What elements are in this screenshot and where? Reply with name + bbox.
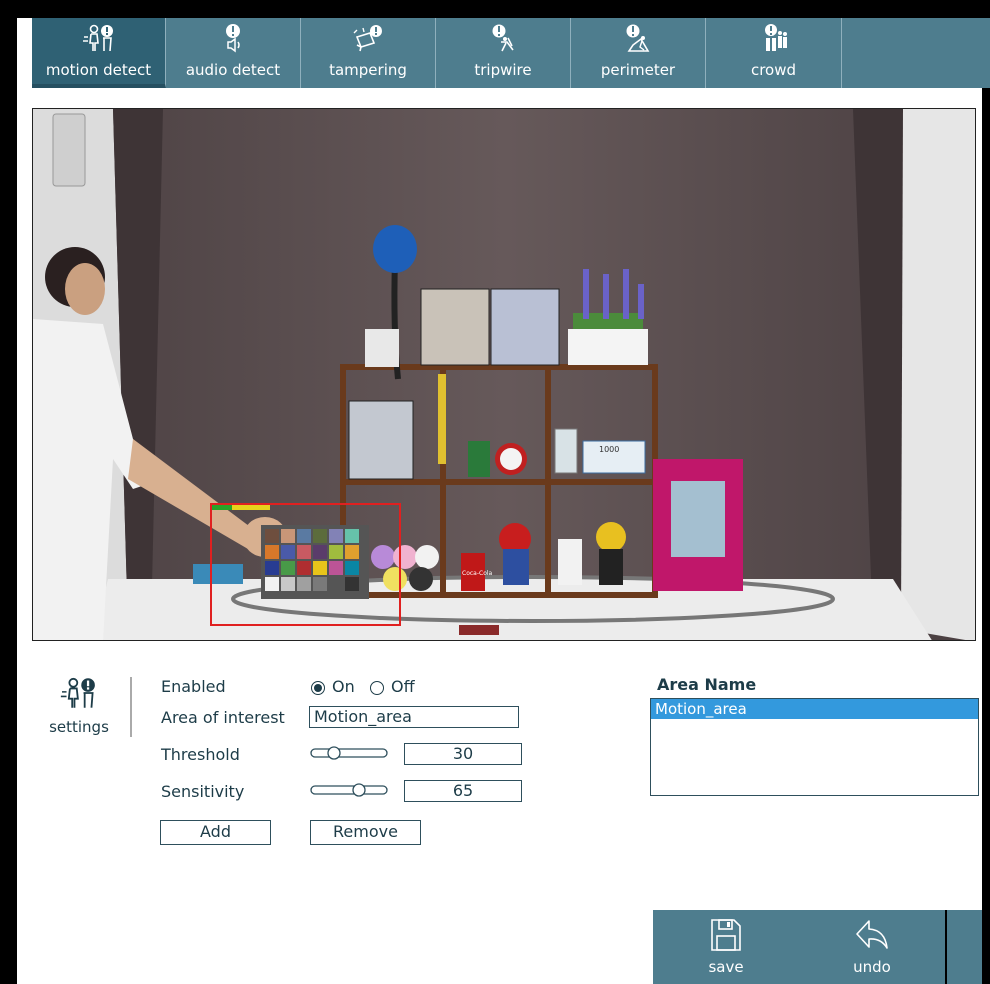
enabled-on-label[interactable]: On [332,677,355,696]
add-area-button[interactable]: Add [160,820,271,845]
area-name-heading: Area Name [657,675,757,694]
tab-tampering[interactable]: tampering [301,18,436,88]
perimeter-icon [626,24,650,52]
tab-perimeter[interactable]: perimeter [571,18,706,88]
motion-settings-icon [60,677,95,708]
motion-detect-icon [82,24,113,52]
tab-label: motion detect [45,61,152,79]
price-tag-label: 1000 [599,445,619,454]
window-frame-right [982,0,990,984]
motion-level-indicator-yellow [232,505,270,510]
camera-scene: 1000 Coca-Cola [33,109,975,640]
divider [130,677,132,737]
camera-live-view[interactable]: 1000 Coca-Cola [32,108,976,641]
tab-tripwire[interactable]: tripwire [436,18,571,88]
area-of-interest-input[interactable]: Motion_area [309,706,519,728]
enabled-on-radio[interactable] [311,681,325,695]
tab-label: audio detect [185,61,281,79]
can-label: Coca-Cola [462,570,493,577]
enabled-off-label[interactable]: Off [391,677,415,696]
remove-area-button[interactable]: Remove [310,820,421,845]
tab-label: tripwire [474,61,532,79]
tampering-icon [353,25,382,52]
tab-label: tampering [329,61,407,79]
list-item[interactable]: Motion_area [651,699,978,719]
tab-audio-detect[interactable]: audio detect [166,18,301,88]
save-icon [711,919,741,951]
crowd-icon [764,24,787,51]
toolbar-divider [945,910,947,984]
area-name-list[interactable]: Motion_area [650,698,979,796]
undo-icon [856,920,888,949]
undo-label: undo [853,958,891,976]
window-frame-top [0,0,990,18]
threshold-slider[interactable] [310,746,388,760]
audio-detect-icon [226,24,240,53]
threshold-value-field[interactable]: 30 [404,743,522,765]
settings-label: settings [49,718,109,736]
tab-crowd[interactable]: crowd [706,18,842,88]
threshold-label: Threshold [161,745,240,764]
tripwire-icon [492,24,514,52]
tab-label: perimeter [600,61,676,79]
settings-tile: settings [44,676,114,746]
enabled-off-radio[interactable] [370,681,384,695]
save-label: save [708,958,744,976]
window-frame-left [0,0,17,984]
bottom-toolbar: save undo [653,910,982,984]
enabled-label: Enabled [161,677,226,696]
tab-label: crowd [750,61,797,79]
sensitivity-value-field[interactable]: 65 [404,780,522,802]
motion-area-roi-box[interactable] [210,503,401,626]
sensitivity-label: Sensitivity [161,782,245,801]
detection-tab-bar: motion detect audio detect tampering tri… [32,18,990,88]
undo-button[interactable]: undo [799,910,945,984]
save-button[interactable]: save [653,910,799,984]
tab-motion-detect[interactable]: motion detect [32,18,166,88]
area-of-interest-label: Area of interest [161,708,285,727]
motion-level-indicator-green [212,505,232,510]
sensitivity-slider[interactable] [310,783,388,797]
